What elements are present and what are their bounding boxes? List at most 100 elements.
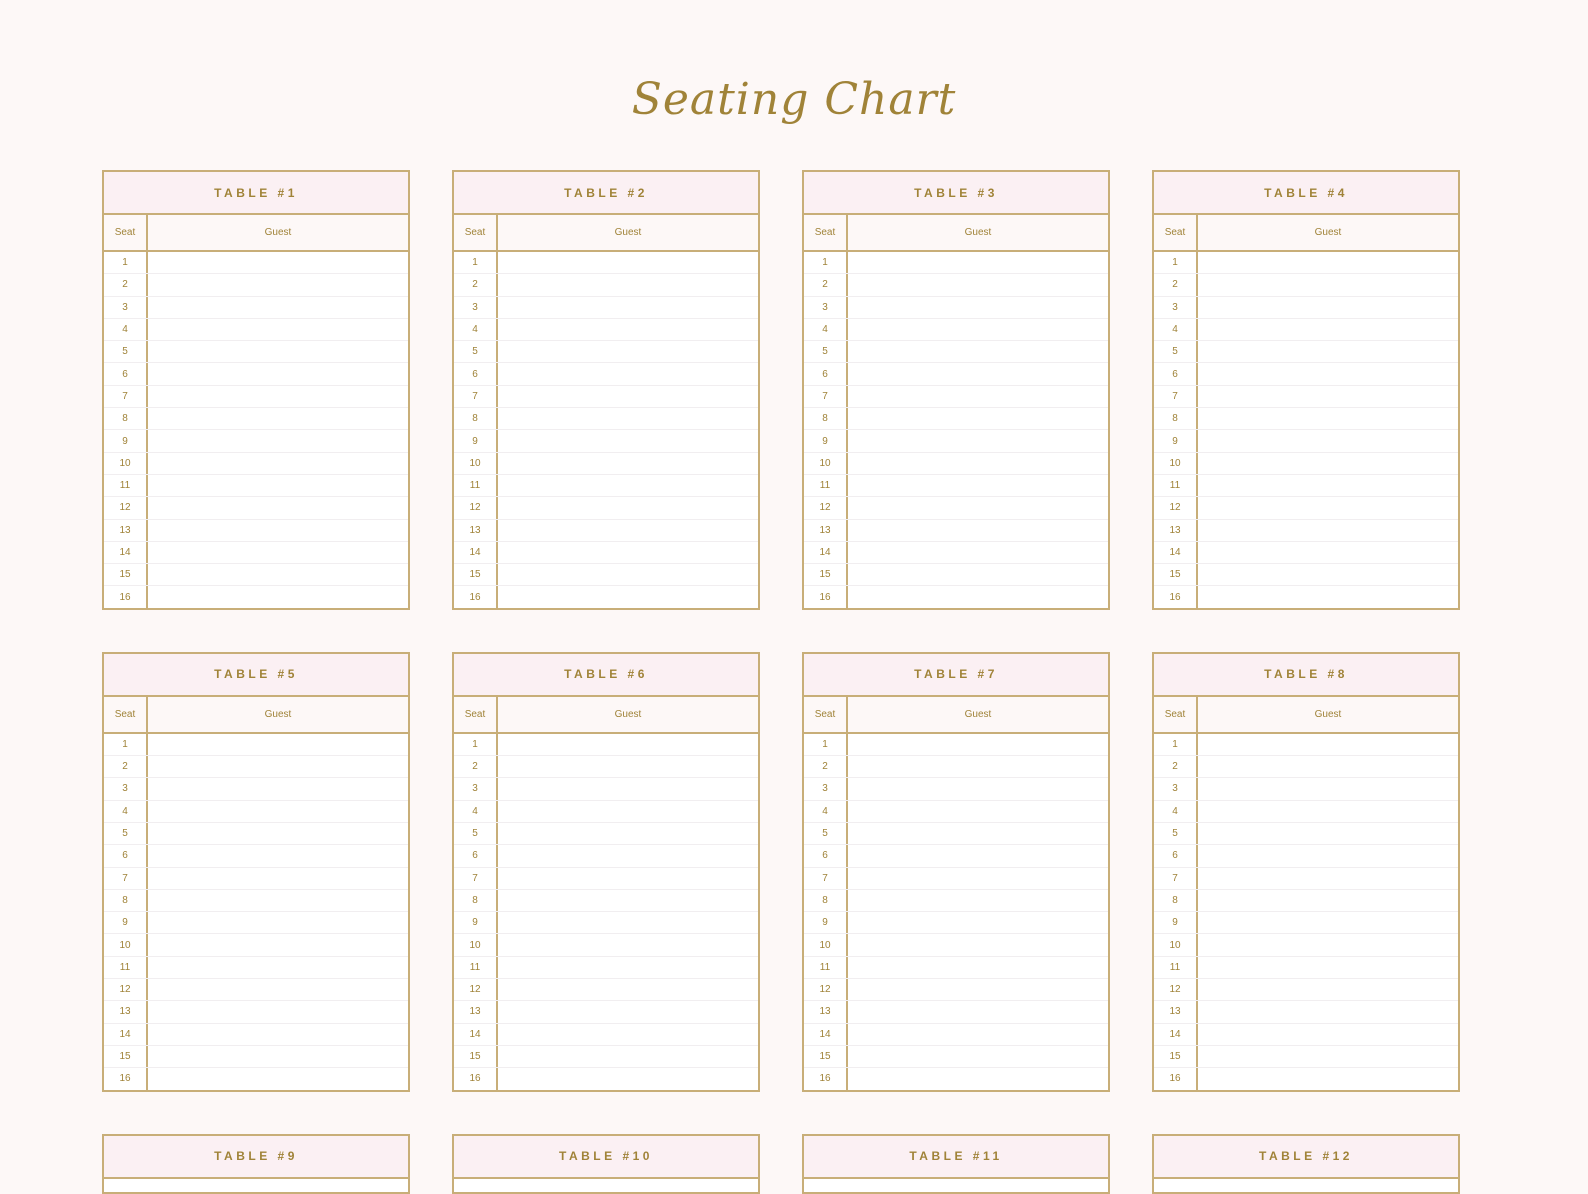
guest-cell[interactable] — [148, 868, 408, 889]
guest-cell[interactable] — [1198, 408, 1458, 429]
guest-cell[interactable] — [498, 934, 758, 955]
guest-cell[interactable] — [498, 297, 758, 318]
guest-cell[interactable] — [148, 542, 408, 563]
guest-cell[interactable] — [848, 475, 1108, 496]
guest-cell[interactable] — [1198, 430, 1458, 451]
guest-cell[interactable] — [498, 979, 758, 1000]
guest-cell[interactable] — [148, 912, 408, 933]
guest-cell[interactable] — [848, 734, 1108, 755]
guest-cell[interactable] — [148, 778, 408, 799]
guest-cell[interactable] — [148, 386, 408, 407]
guest-cell[interactable] — [1198, 845, 1458, 866]
guest-cell[interactable] — [848, 564, 1108, 585]
guest-cell[interactable] — [1198, 868, 1458, 889]
guest-cell[interactable] — [848, 386, 1108, 407]
guest-cell[interactable] — [498, 823, 758, 844]
guest-cell[interactable] — [498, 912, 758, 933]
guest-cell[interactable] — [148, 756, 408, 777]
guest-cell[interactable] — [1198, 564, 1458, 585]
guest-cell[interactable] — [848, 363, 1108, 384]
guest-cell[interactable] — [1198, 520, 1458, 541]
guest-cell[interactable] — [498, 868, 758, 889]
guest-cell[interactable] — [848, 453, 1108, 474]
guest-cell[interactable] — [498, 542, 758, 563]
guest-cell[interactable] — [498, 957, 758, 978]
guest-cell[interactable] — [848, 823, 1108, 844]
guest-cell[interactable] — [848, 1068, 1108, 1089]
guest-cell[interactable] — [1198, 890, 1458, 911]
guest-cell[interactable] — [498, 1001, 758, 1022]
guest-cell[interactable] — [848, 319, 1108, 340]
guest-cell[interactable] — [848, 274, 1108, 295]
guest-cell[interactable] — [148, 319, 408, 340]
guest-cell[interactable] — [1198, 912, 1458, 933]
guest-cell[interactable] — [148, 475, 408, 496]
guest-cell[interactable] — [498, 845, 758, 866]
guest-cell[interactable] — [498, 453, 758, 474]
guest-cell[interactable] — [1198, 734, 1458, 755]
guest-cell[interactable] — [1198, 297, 1458, 318]
guest-cell[interactable] — [848, 252, 1108, 273]
guest-cell[interactable] — [498, 1024, 758, 1045]
guest-cell[interactable] — [148, 564, 408, 585]
guest-cell[interactable] — [498, 1068, 758, 1089]
guest-cell[interactable] — [148, 979, 408, 1000]
guest-cell[interactable] — [848, 934, 1108, 955]
guest-cell[interactable] — [848, 341, 1108, 362]
guest-cell[interactable] — [498, 890, 758, 911]
guest-cell[interactable] — [498, 778, 758, 799]
guest-cell[interactable] — [148, 890, 408, 911]
guest-cell[interactable] — [498, 586, 758, 607]
guest-cell[interactable] — [498, 363, 758, 384]
guest-cell[interactable] — [498, 756, 758, 777]
guest-cell[interactable] — [848, 497, 1108, 518]
guest-cell[interactable] — [148, 274, 408, 295]
guest-cell[interactable] — [1198, 756, 1458, 777]
guest-cell[interactable] — [848, 778, 1108, 799]
guest-cell[interactable] — [1198, 823, 1458, 844]
guest-cell[interactable] — [148, 408, 408, 429]
guest-cell[interactable] — [148, 845, 408, 866]
guest-cell[interactable] — [498, 475, 758, 496]
guest-cell[interactable] — [148, 934, 408, 955]
guest-cell[interactable] — [848, 890, 1108, 911]
guest-cell[interactable] — [848, 586, 1108, 607]
guest-cell[interactable] — [148, 1068, 408, 1089]
guest-cell[interactable] — [848, 1024, 1108, 1045]
guest-cell[interactable] — [848, 756, 1108, 777]
guest-cell[interactable] — [148, 453, 408, 474]
guest-cell[interactable] — [1198, 801, 1458, 822]
guest-cell[interactable] — [1198, 934, 1458, 955]
guest-cell[interactable] — [1198, 363, 1458, 384]
guest-cell[interactable] — [1198, 957, 1458, 978]
guest-cell[interactable] — [148, 1024, 408, 1045]
guest-cell[interactable] — [498, 1046, 758, 1067]
guest-cell[interactable] — [498, 319, 758, 340]
guest-cell[interactable] — [498, 564, 758, 585]
guest-cell[interactable] — [148, 823, 408, 844]
guest-cell[interactable] — [1198, 453, 1458, 474]
guest-cell[interactable] — [1198, 1024, 1458, 1045]
guest-cell[interactable] — [148, 520, 408, 541]
guest-cell[interactable] — [148, 801, 408, 822]
guest-cell[interactable] — [1198, 1001, 1458, 1022]
guest-cell[interactable] — [148, 1001, 408, 1022]
guest-cell[interactable] — [148, 252, 408, 273]
guest-cell[interactable] — [848, 430, 1108, 451]
guest-cell[interactable] — [848, 801, 1108, 822]
guest-cell[interactable] — [848, 297, 1108, 318]
guest-cell[interactable] — [1198, 1068, 1458, 1089]
guest-cell[interactable] — [148, 497, 408, 518]
guest-cell[interactable] — [848, 1001, 1108, 1022]
guest-cell[interactable] — [498, 252, 758, 273]
guest-cell[interactable] — [848, 845, 1108, 866]
guest-cell[interactable] — [848, 520, 1108, 541]
guest-cell[interactable] — [1198, 1046, 1458, 1067]
guest-cell[interactable] — [848, 1046, 1108, 1067]
guest-cell[interactable] — [148, 957, 408, 978]
guest-cell[interactable] — [498, 801, 758, 822]
guest-cell[interactable] — [1198, 586, 1458, 607]
guest-cell[interactable] — [848, 868, 1108, 889]
guest-cell[interactable] — [498, 520, 758, 541]
guest-cell[interactable] — [848, 912, 1108, 933]
